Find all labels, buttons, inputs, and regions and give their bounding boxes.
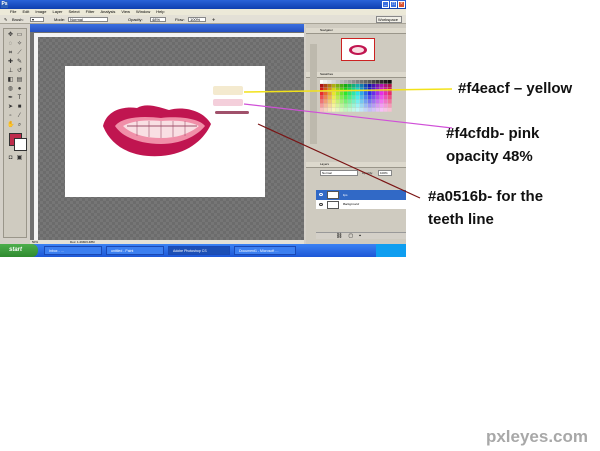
annotation-teeth-line2: teeth line [428, 211, 494, 228]
annotation-teeth-line1: #a0516b- for the [428, 188, 544, 205]
pink-pointer-line [243, 103, 453, 129]
watermark: pxleyes.com [485, 427, 588, 446]
annotation-pink-line2: opacity 48% [446, 148, 533, 165]
annotation-pink-line1: #f4cfdb- pink [446, 125, 540, 142]
annotation-lines [243, 88, 453, 199]
yellow-pointer-line [243, 88, 453, 93]
annotation-yellow: #f4eacf – yellow [458, 80, 573, 97]
teeth-line-pointer-line [257, 123, 421, 199]
